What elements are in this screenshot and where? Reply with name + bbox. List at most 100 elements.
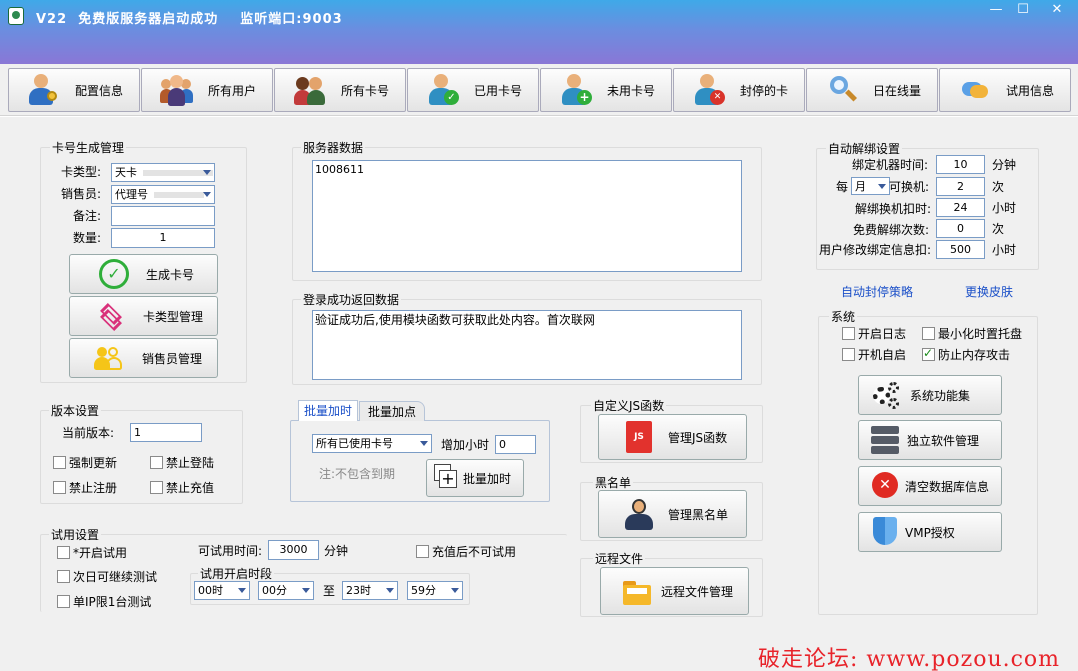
standalone-software-label: 独立软件管理 — [907, 433, 980, 448]
checkbox-box — [57, 570, 70, 583]
period-select[interactable]: 月 — [851, 177, 890, 195]
trial-time-unit: 分钟 — [324, 544, 349, 558]
batch-filter-select[interactable]: 所有已使用卡号 — [312, 434, 432, 453]
free-unbind-input[interactable]: 0 — [936, 219, 985, 238]
note-input[interactable] — [111, 206, 215, 226]
toolbar-unused-cards-button[interactable]: + 未用卡号 — [540, 68, 672, 112]
manage-js-button[interactable]: JS 管理JS函数 — [598, 414, 747, 460]
toolbar-trial-info-button[interactable]: 试用信息 — [939, 68, 1071, 112]
no-recharge-checkbox[interactable]: 禁止充值 — [150, 479, 214, 496]
no-login-checkbox[interactable]: 禁止登陆 — [150, 454, 214, 471]
toolbar-all-users-button[interactable]: 所有用户 — [141, 68, 273, 112]
tab-batch-time[interactable]: 批量加时 — [298, 400, 358, 421]
checkbox-box — [842, 327, 855, 340]
chevron-down-icon — [203, 170, 211, 175]
batch-add-time-button[interactable]: + 批量加时 — [426, 459, 524, 497]
check-circle-icon: ✓ — [98, 258, 130, 290]
card-gen-title: 卡号生成管理 — [50, 141, 127, 155]
system-functions-button[interactable]: 系统功能集 — [858, 375, 1002, 415]
anti-memory-attack-checkbox[interactable]: 防止内存攻击 — [922, 346, 1010, 363]
card-type-select[interactable]: 天卡 — [111, 163, 215, 182]
generate-card-button[interactable]: ✓ 生成卡号 — [69, 254, 218, 294]
delete-x-icon: ✕ — [871, 470, 899, 502]
card-type-manage-button[interactable]: 卡类型管理 — [69, 296, 218, 336]
current-version-label: 当前版本: — [62, 426, 115, 440]
system-functions-label: 系统功能集 — [910, 388, 971, 403]
trial-time-input[interactable]: 3000 — [268, 540, 319, 560]
server-icon — [869, 424, 901, 456]
trial-time-label: 可试用时间: — [198, 544, 263, 558]
toolbar-used-cards-button[interactable]: ✓ 已用卡号 — [407, 68, 539, 112]
clear-database-button[interactable]: ✕ 清空数据库信息 — [858, 466, 1002, 506]
toolbar-all-cards-button[interactable]: 所有卡号 — [274, 68, 406, 112]
manage-blacklist-button[interactable]: 管理黑名单 — [598, 490, 747, 538]
free-unbind-unit: 次 — [992, 222, 1005, 236]
change-skin-link[interactable]: 更换皮肤 — [965, 283, 1013, 300]
login-data-textarea[interactable]: 验证成功后,使用模块函数可获取此处内容。首次联网 — [312, 310, 742, 380]
toolbar-blocked-cards-button[interactable]: ✕ 封停的卡 — [673, 68, 805, 112]
minimize-tray-checkbox[interactable]: 最小化时置托盘 — [922, 325, 1022, 342]
unbind-deduct-unit: 小时 — [992, 201, 1017, 215]
close-button[interactable]: ✕ — [1044, 2, 1070, 20]
minimize-button[interactable]: — — [983, 2, 1009, 20]
tab-batch-points[interactable]: 批量加点 — [359, 401, 425, 421]
single-ip-checkbox[interactable]: 单IP限1台测试 — [57, 593, 151, 610]
per-label: 每 — [836, 180, 849, 194]
enable-log-checkbox[interactable]: 开启日志 — [842, 325, 906, 342]
add-hours-input[interactable]: 0 — [495, 435, 536, 454]
checkbox-box — [57, 546, 70, 559]
server-data-textarea[interactable]: 1008611 — [312, 160, 742, 272]
toolbar-label: 配置信息 — [75, 83, 124, 98]
title-bar[interactable]: V22 免费版服务器启动成功 监听端口:9003 — ☐ ✕ — [0, 0, 1078, 64]
checkbox-box — [150, 456, 163, 469]
chevron-down-icon — [238, 588, 246, 593]
standalone-software-button[interactable]: 独立软件管理 — [858, 420, 1002, 460]
start-hour-select[interactable]: 00时 — [194, 581, 250, 600]
no-trial-after-recharge-checkbox[interactable]: 充值后不可试用 — [416, 543, 516, 560]
layers-icon — [95, 300, 127, 332]
chevron-down-icon — [302, 588, 310, 593]
seller-label: 销售员: — [61, 187, 102, 201]
auto-block-link[interactable]: 自动封停策略 — [841, 283, 913, 300]
bind-time-input[interactable]: 10 — [936, 155, 985, 174]
toolbar-label: 所有用户 — [208, 83, 257, 98]
user-config-icon — [27, 73, 61, 107]
maximize-button[interactable]: ☐ — [1010, 2, 1036, 20]
autostart-checkbox[interactable]: 开机自启 — [842, 346, 906, 363]
qty-input[interactable]: 1 — [111, 228, 215, 248]
trial-next-day-checkbox[interactable]: 次日可继续测试 — [57, 568, 157, 585]
end-hour-value: 23时 — [346, 584, 371, 597]
seller-manage-button[interactable]: 销售员管理 — [69, 338, 218, 378]
modify-bind-input[interactable]: 500 — [936, 240, 985, 259]
trial-enable-checkbox[interactable]: *开启试用 — [57, 544, 127, 561]
start-minute-select[interactable]: 00分 — [258, 581, 314, 600]
end-minute-select[interactable]: 59分 — [407, 581, 463, 600]
vmp-license-button[interactable]: VMP授权 — [858, 512, 1002, 552]
clear-database-label: 清空数据库信息 — [905, 479, 990, 494]
toolbar-label: 日在线量 — [873, 83, 922, 98]
toolbar-label: 试用信息 — [1006, 83, 1055, 98]
remote-file-manage-button[interactable]: 远程文件管理 — [600, 567, 749, 615]
toolbar-config-button[interactable]: 配置信息 — [8, 68, 140, 112]
anti-memory-attack-label: 防止内存攻击 — [938, 348, 1011, 362]
trial-title: 试用设置 — [49, 528, 102, 542]
current-version-input[interactable]: 1 — [130, 423, 202, 442]
unbind-deduct-label: 解绑换机扣时: — [855, 202, 932, 216]
force-update-checkbox[interactable]: 强制更新 — [53, 454, 117, 471]
checkbox-box — [53, 456, 66, 469]
swap-count-input[interactable]: 2 — [936, 177, 985, 196]
no-register-checkbox[interactable]: 禁止注册 — [53, 479, 117, 496]
toolbar-daily-online-button[interactable]: 日在线量 — [806, 68, 938, 112]
seller-select[interactable]: 代理号 — [111, 185, 215, 204]
version-title: 版本设置 — [49, 404, 102, 418]
unbind-title: 自动解绑设置 — [826, 142, 903, 156]
force-update-label: 强制更新 — [69, 456, 118, 470]
blacklist-title: 黑名单 — [593, 476, 634, 490]
users-yellow-icon — [92, 342, 124, 374]
unbind-deduct-input[interactable]: 24 — [936, 198, 985, 217]
end-hour-select[interactable]: 23时 — [342, 581, 398, 600]
start-minute-value: 00分 — [262, 584, 287, 597]
modify-bind-unit: 小时 — [992, 243, 1017, 257]
card-type-manage-label: 卡类型管理 — [143, 309, 204, 324]
checkbox-box — [922, 327, 935, 340]
